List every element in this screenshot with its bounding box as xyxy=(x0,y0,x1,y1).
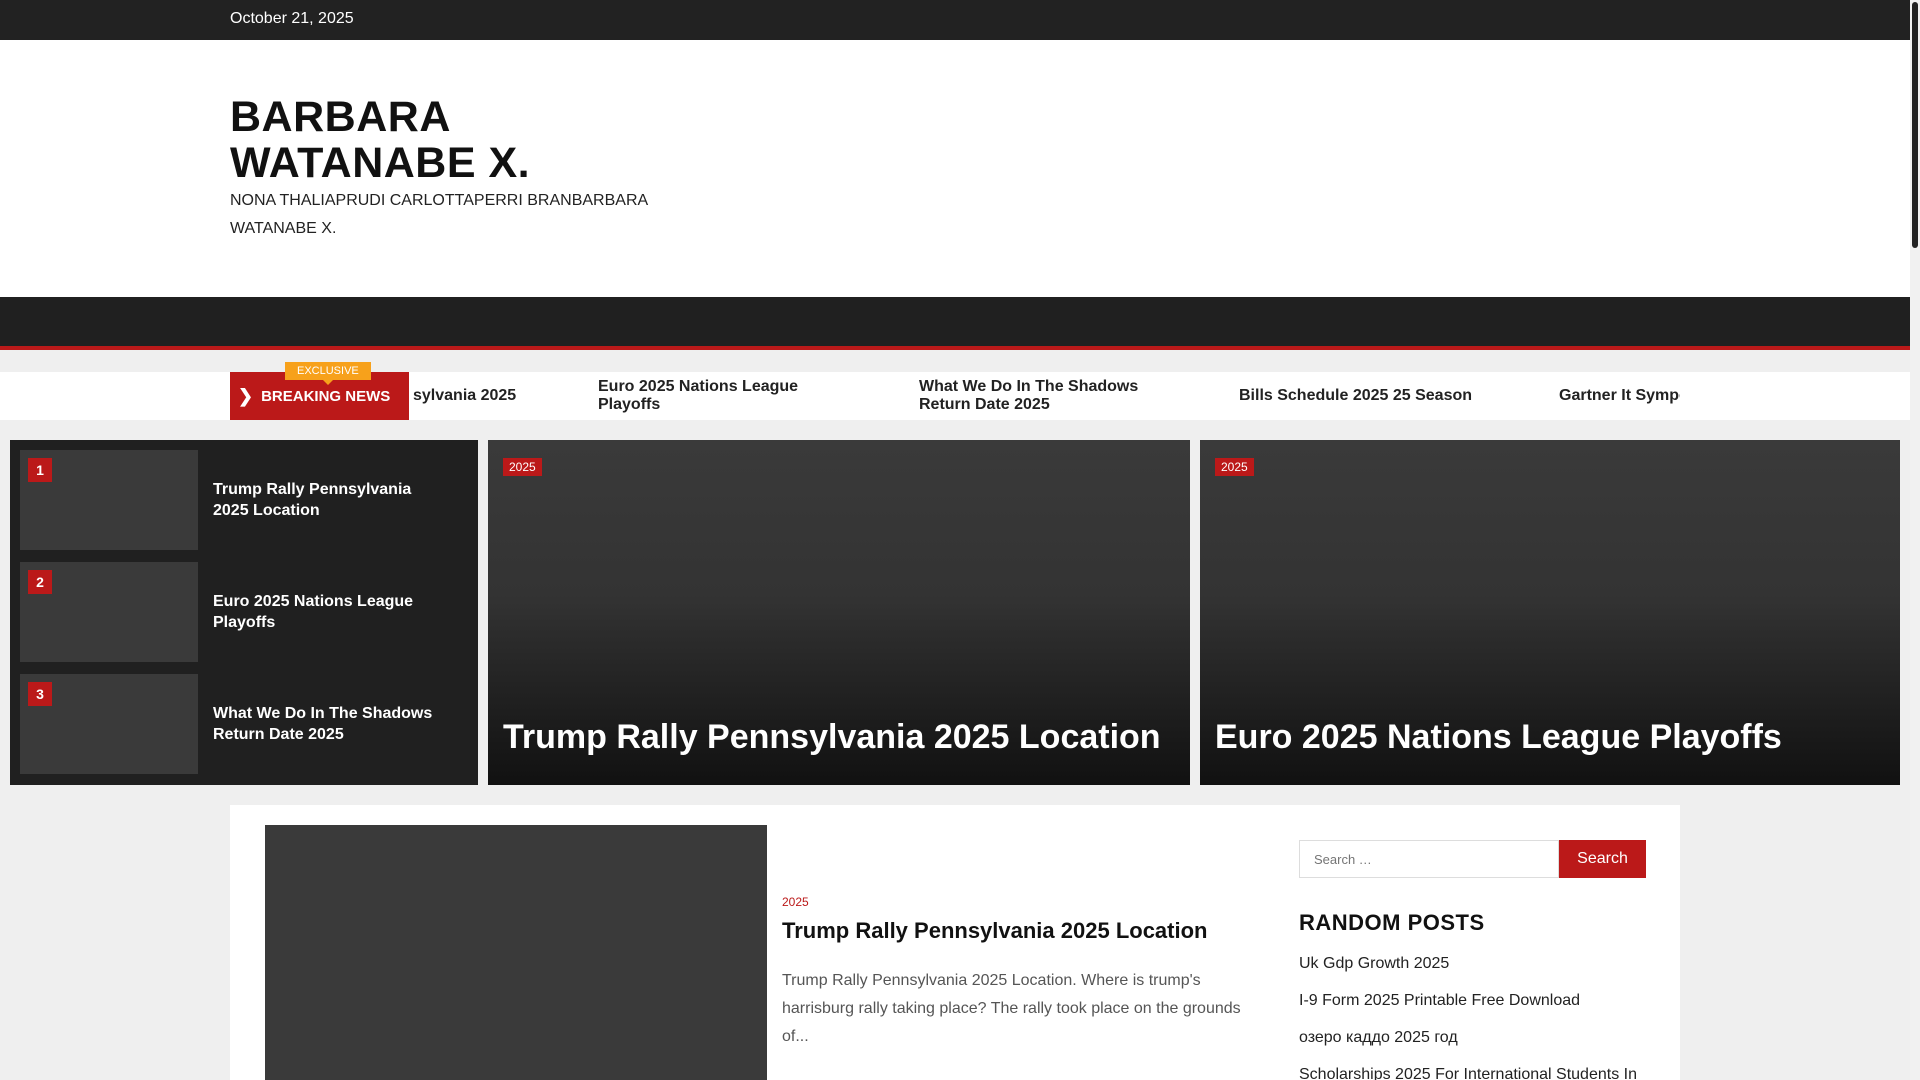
scrollbar-thumb[interactable] xyxy=(1912,2,1918,248)
current-date: October 21, 2025 xyxy=(230,10,354,27)
site-tagline: NONA THALIAPRUDI CARLOTTAPERRI BRANBARBA… xyxy=(230,192,648,237)
featured-post-title[interactable]: Euro 2025 Nations League Playoffs xyxy=(1215,718,1782,757)
post-thumbnail[interactable] xyxy=(265,825,767,1080)
main-content: 2025 Trump Rally Pennsylvania 2025 Locat… xyxy=(230,805,1680,1080)
top-bar: October 21, 2025 xyxy=(0,0,1910,40)
ticker-item[interactable]: Euro 2025 Nations League Playoffs xyxy=(598,372,828,420)
post-thumbnail[interactable]: 2 xyxy=(20,562,198,662)
news-ticker: sylvania 2025 Euro 2025 Nations League P… xyxy=(409,372,1680,420)
category-badge[interactable]: 2025 xyxy=(503,458,542,476)
random-post-link[interactable]: озеро каддо 2025 год xyxy=(1299,1029,1659,1066)
ticker-item[interactable]: Bills Schedule 2025 25 Season xyxy=(1239,372,1499,420)
breaking-news-text: BREAKING NEWS xyxy=(261,387,391,405)
trending-item[interactable]: 2 Euro 2025 Nations League Playoffs xyxy=(20,562,468,662)
exclusive-tag: EXCLUSIVE xyxy=(285,362,371,385)
rank-badge: 3 xyxy=(28,682,52,706)
random-post-link[interactable]: Uk Gdp Growth 2025 xyxy=(1299,955,1659,992)
random-posts-heading: RANDOM POSTS xyxy=(1299,910,1485,935)
trending-title[interactable]: What We Do In The Shadows Return Date 20… xyxy=(198,674,448,774)
post-title[interactable]: Trump Rally Pennsylvania 2025 Location xyxy=(782,918,1208,944)
post-thumbnail[interactable]: 1 xyxy=(20,450,198,550)
site-title[interactable]: BARBARA WATANABE X. xyxy=(230,94,700,186)
category-link[interactable]: 2025 xyxy=(782,895,809,909)
chevron-right-icon: ❯ xyxy=(238,385,254,406)
ticker-item[interactable]: sylvania 2025 xyxy=(413,372,613,420)
random-post-link[interactable]: Scholarships 2025 For International Stud… xyxy=(1299,1066,1659,1080)
page-scrollbar[interactable] xyxy=(1910,0,1920,1080)
featured-post-card[interactable]: 2025 Euro 2025 Nations League Playoffs xyxy=(1200,440,1900,785)
ticker-item[interactable]: What We Do In The Shadows Return Date 20… xyxy=(919,372,1149,420)
site-header: BARBARA WATANABE X. NONA THALIAPRUDI CAR… xyxy=(0,40,1910,297)
rank-badge: 1 xyxy=(28,458,52,482)
search-input[interactable] xyxy=(1299,840,1559,878)
category-badge[interactable]: 2025 xyxy=(1215,458,1254,476)
ticker-item[interactable]: Gartner It Symposium xyxy=(1559,372,1680,420)
trending-list: 1 Trump Rally Pennsylvania 2025 Location… xyxy=(10,440,478,785)
main-navigation xyxy=(0,297,1910,350)
post-thumbnail[interactable]: 3 xyxy=(20,674,198,774)
trending-item[interactable]: 1 Trump Rally Pennsylvania 2025 Location xyxy=(20,450,468,550)
trending-title[interactable]: Euro 2025 Nations League Playoffs xyxy=(198,562,448,662)
trending-item[interactable]: 3 What We Do In The Shadows Return Date … xyxy=(20,674,468,774)
random-post-link[interactable]: I-9 Form 2025 Printable Free Download xyxy=(1299,992,1659,1029)
featured-post-card[interactable]: 2025 Trump Rally Pennsylvania 2025 Locat… xyxy=(488,440,1190,785)
rank-badge: 2 xyxy=(28,570,52,594)
featured-post-title[interactable]: Trump Rally Pennsylvania 2025 Location xyxy=(503,718,1161,757)
post-excerpt: Trump Rally Pennsylvania 2025 Location. … xyxy=(782,972,1241,1045)
search-button[interactable]: Search xyxy=(1559,840,1646,878)
trending-title[interactable]: Trump Rally Pennsylvania 2025 Location xyxy=(198,450,448,550)
random-posts-list: Uk Gdp Growth 2025 I-9 Form 2025 Printab… xyxy=(1299,955,1659,1080)
